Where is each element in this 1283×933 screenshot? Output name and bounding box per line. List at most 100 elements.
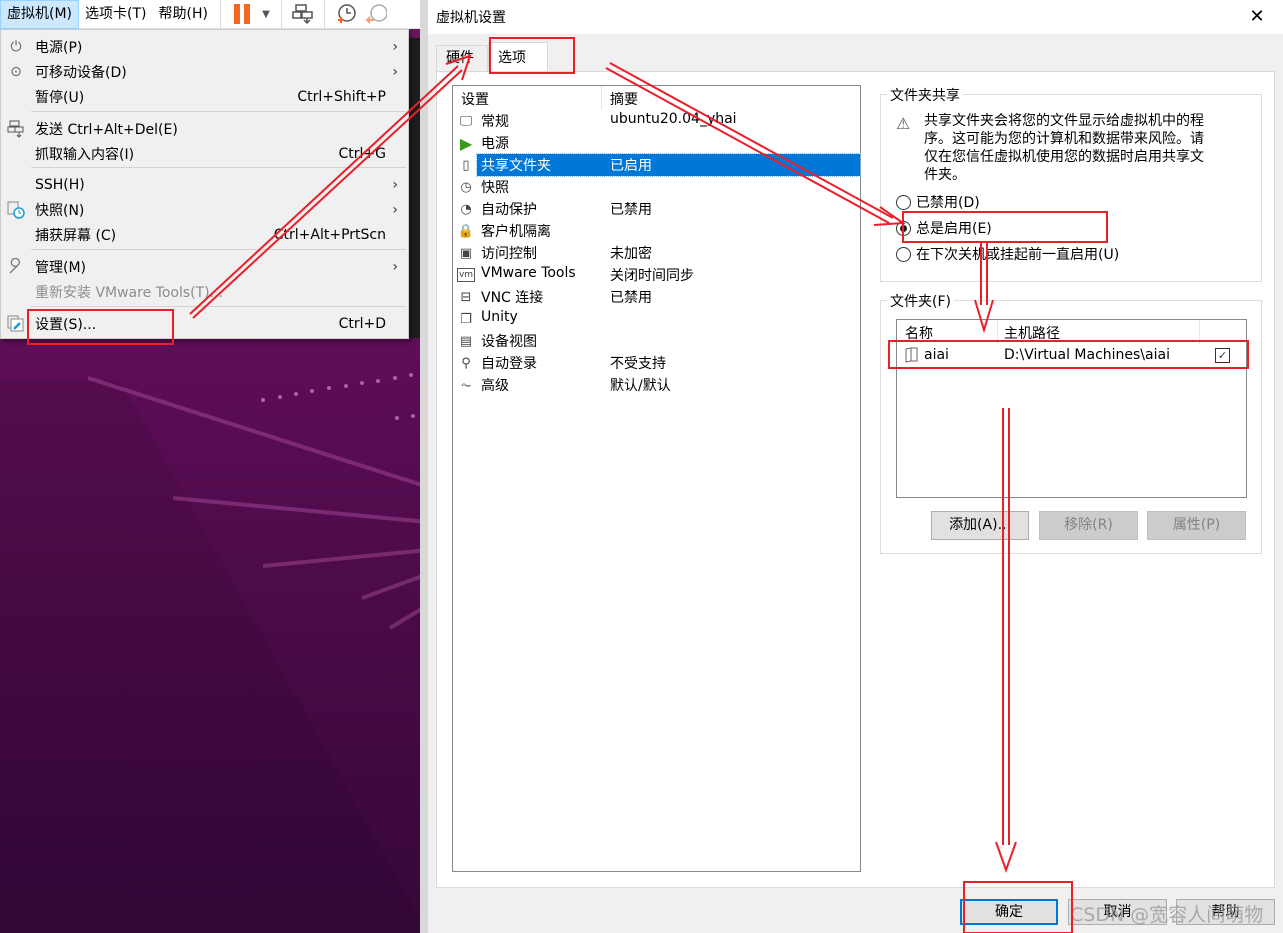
setting-name: 共享文件夹 <box>479 155 553 175</box>
settings-list-row[interactable]: ◷ 快照 <box>453 176 860 198</box>
menu-item-send-ctrl-alt-del[interactable]: 发送 Ctrl+Alt+Del(E) <box>1 116 408 141</box>
menu-item-manage[interactable]: 管理(M) › <box>1 254 408 279</box>
column-divider <box>997 320 998 344</box>
send-keys-icon <box>1 116 31 141</box>
settings-list-header: 设置 摘要 <box>453 86 860 110</box>
setting-summary: 未加密 <box>610 246 652 262</box>
shared-folder-icon: ▯ <box>462 157 470 173</box>
setting-name: Unity <box>481 309 518 325</box>
warning-icon: ⚠ <box>896 114 911 133</box>
submenu-arrow-icon: › <box>392 176 398 193</box>
setting-summary: 已启用 <box>610 158 652 174</box>
setting-name: 设备视图 <box>481 334 537 350</box>
snapshot-revert-icon <box>365 4 387 24</box>
settings-list-row[interactable]: ❐ Unity <box>453 308 860 330</box>
settings-list-row[interactable]: ⚲ 自动登录 不受支持 <box>453 352 860 374</box>
menu-item-snapshot[interactable]: 快照(N) › <box>1 197 408 222</box>
ok-button[interactable]: 确定 <box>960 899 1058 925</box>
pause-dropdown-arrow-icon[interactable]: ▼ <box>257 0 275 29</box>
folder-sharing-title: 文件夹共享 <box>887 85 963 105</box>
setting-name: 自动保护 <box>481 202 537 218</box>
settings-list-row[interactable]: ▶ 电源 <box>453 132 860 154</box>
dialog-title: 虚拟机设置 <box>436 10 506 26</box>
radio-label: 已禁用(D) <box>916 195 980 211</box>
close-button[interactable]: ✕ <box>1245 6 1269 30</box>
setting-summary: 已禁用 <box>610 290 652 306</box>
menu-help[interactable]: 帮助(H) <box>153 0 214 29</box>
column-header-setting[interactable]: 设置 <box>461 89 489 109</box>
remove-folder-button[interactable]: 移除(R) <box>1039 511 1138 540</box>
menu-shortcut: Ctrl+D <box>338 315 386 332</box>
menu-item-label: 抓取输入内容(I) <box>35 146 135 163</box>
folders-title: 文件夹(F) <box>887 291 954 311</box>
pause-icon <box>233 4 250 24</box>
toolbar-divider <box>280 0 282 29</box>
setting-name: 电源 <box>481 136 509 152</box>
folder-enabled-checkbox[interactable]: ✓ <box>1215 348 1230 363</box>
tab-hardware[interactable]: 硬件 <box>436 45 488 72</box>
add-folder-button[interactable]: 添加(A)... <box>931 511 1029 540</box>
column-header-summary[interactable]: 摘要 <box>610 89 638 109</box>
menu-item-removable-devices[interactable]: ⊙ 可移动设备(D) › <box>1 59 408 84</box>
setting-name: 访问控制 <box>481 246 537 262</box>
settings-list-row[interactable]: 🖵 常规 ubuntu20.04_yhai <box>453 110 860 132</box>
settings-list-row[interactable]: vm VMware Tools 关闭时间同步 <box>453 264 860 286</box>
wrench-icon <box>1 254 31 279</box>
radio-always-enabled[interactable]: 总是启用(E) <box>896 217 992 239</box>
radio-button[interactable] <box>896 246 911 262</box>
menu-shortcut: Ctrl+G <box>338 145 387 162</box>
radio-until-poweroff[interactable]: 在下次关机或挂起前一直启用(U) <box>896 243 1119 265</box>
settings-list-row[interactable]: 🔒 客户机隔离 <box>453 220 860 242</box>
menu-item-settings[interactable]: 设置(S)... Ctrl+D <box>1 311 408 336</box>
monitor-icon: 🖵 <box>459 113 473 129</box>
folder-sharing-group: 文件夹共享 ⚠ 共享文件夹会将您的文件显示给虚拟机中的程序。这可能为您的计算机和… <box>880 85 1262 282</box>
radio-button[interactable] <box>896 194 911 210</box>
settings-list-row[interactable]: ⏦ 高级 默认/默认 <box>453 374 860 396</box>
menu-item-label: 暂停(U) <box>35 89 85 106</box>
menu-vm[interactable]: 虚拟机(M) <box>0 0 80 29</box>
submenu-arrow-icon: › <box>392 201 398 218</box>
menu-tabs[interactable]: 选项卡(T) <box>79 0 152 29</box>
menu-item-label: 电源(P) <box>35 39 83 56</box>
settings-list-row[interactable]: ◔ 自动保护 已禁用 <box>453 198 860 220</box>
lock-icon: 🔒 <box>457 223 475 239</box>
tab-options[interactable]: 选项 <box>488 42 548 72</box>
setting-summary: 默认/默认 <box>610 378 671 394</box>
folders-group: 文件夹(F) 名称 主机路径 aiai D:\Virtual Machines\… <box>880 291 1262 554</box>
menu-divider <box>31 249 406 250</box>
column-header-name[interactable]: 名称 <box>905 323 933 343</box>
column-header-host-path[interactable]: 主机路径 <box>1004 323 1060 343</box>
menu-divider <box>31 167 406 168</box>
menu-item-pause[interactable]: 暂停(U) Ctrl+Shift+P <box>1 84 408 109</box>
settings-list-row[interactable]: ▯ 共享文件夹 已启用 <box>453 153 861 177</box>
radio-button[interactable] <box>896 220 911 236</box>
vm-window-scrollbar[interactable] <box>420 0 428 933</box>
power-play-icon: ▶ <box>459 133 473 153</box>
cancel-button[interactable]: 取消 <box>1068 899 1167 925</box>
setting-name: 快照 <box>481 180 509 196</box>
menu-item-grab-input[interactable]: 抓取输入内容(I) Ctrl+G <box>1 141 408 166</box>
snapshot-icon <box>1 197 31 222</box>
folder-properties-button[interactable]: 属性(P) <box>1147 511 1246 540</box>
submenu-arrow-icon: › <box>392 258 398 275</box>
settings-list-row[interactable]: ⊟ VNC 连接 已禁用 <box>453 286 860 308</box>
revert-snapshot-button[interactable] <box>361 0 391 29</box>
take-snapshot-button[interactable] <box>331 0 361 29</box>
setting-name: 高级 <box>481 378 509 394</box>
send-ctrl-alt-del-icon <box>292 4 313 25</box>
help-button[interactable]: 帮助 <box>1176 899 1275 925</box>
settings-list-row[interactable]: ▣ 访问控制 未加密 <box>453 242 860 264</box>
settings-list-row[interactable]: ▤ 设备视图 <box>453 330 860 352</box>
pause-button[interactable] <box>227 0 257 29</box>
menu-item-ssh[interactable]: SSH(H) › <box>1 172 408 197</box>
menu-item-capture-screen[interactable]: 捕获屏幕 (C) Ctrl+Alt+PrtScn <box>1 222 408 247</box>
settings-list: 设置 摘要 🖵 常规 ubuntu20.04_yhai ▶ 电源 ▯ 共享文件夹 已启用 ◷ 快照… <box>452 85 861 872</box>
menu-shortcut: Ctrl+Alt+PrtScn <box>273 226 386 243</box>
setting-name: VMware Tools <box>481 265 576 281</box>
autologin-icon: ⚲ <box>461 355 471 371</box>
setting-summary: 已禁用 <box>610 202 652 218</box>
table-row[interactable]: aiai D:\Virtual Machines\aiai ✓ <box>897 344 1246 368</box>
menu-item-power[interactable]: ⏻ 电源(P) › <box>1 34 408 59</box>
radio-disabled[interactable]: 已禁用(D) <box>896 191 980 213</box>
send-ctrl-alt-del-button[interactable] <box>288 0 318 29</box>
